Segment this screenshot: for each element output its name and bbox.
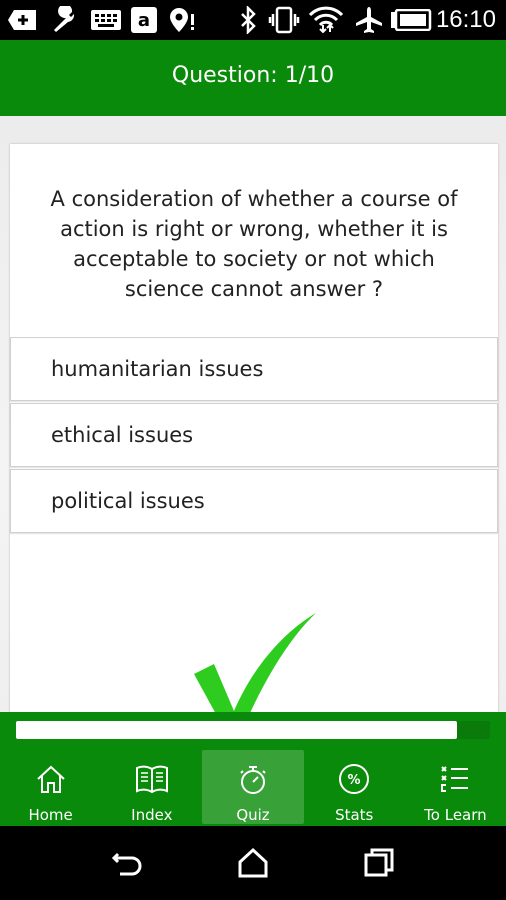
system-nav-bar xyxy=(0,826,506,900)
nav-to-learn[interactable]: To Learn xyxy=(405,748,506,826)
book-icon xyxy=(135,762,169,796)
nav-to-learn-label: To Learn xyxy=(424,806,487,824)
answer-label: humanitarian issues xyxy=(51,357,264,381)
question-text: A consideration of whether a course of a… xyxy=(50,187,458,301)
battery-icon xyxy=(390,6,432,34)
airplane-icon xyxy=(354,6,384,34)
add-icon xyxy=(8,6,38,34)
progress-track xyxy=(16,721,490,739)
percent-icon: % xyxy=(337,762,371,796)
nav-index[interactable]: Index xyxy=(101,748,202,826)
app-bar: Question: 1/10 xyxy=(0,40,506,116)
answer-option[interactable]: political issues xyxy=(10,469,498,533)
quiz-content: A consideration of whether a course of a… xyxy=(0,116,506,712)
answer-option[interactable]: ethical issues xyxy=(10,403,498,467)
keyboard-icon xyxy=(90,6,122,34)
answer-option[interactable]: humanitarian issues xyxy=(10,337,498,401)
status-bar: a 16:10 xyxy=(0,0,506,40)
svg-text:%: % xyxy=(348,773,361,788)
nav-stats-label: Stats xyxy=(335,806,374,824)
wifi-icon xyxy=(308,6,344,34)
home-button-icon[interactable] xyxy=(236,846,270,880)
amazon-icon: a xyxy=(130,6,158,34)
back-icon[interactable] xyxy=(110,846,144,880)
bottom-nav: Home Index Quiz % Stats To Learn xyxy=(0,748,506,826)
question-counter: Question: 1/10 xyxy=(171,62,335,88)
svg-text:a: a xyxy=(138,10,150,31)
location-alert-icon xyxy=(168,6,196,34)
stopwatch-icon xyxy=(236,764,270,796)
nav-stats[interactable]: % Stats xyxy=(304,748,405,826)
checklist-icon xyxy=(438,762,472,796)
bluetooth-icon xyxy=(238,6,258,34)
wrench-icon xyxy=(48,6,82,34)
recents-icon[interactable] xyxy=(362,846,396,880)
nav-home-label: Home xyxy=(28,806,73,824)
vibrate-icon xyxy=(268,6,300,34)
nav-quiz[interactable]: Quiz xyxy=(202,750,304,824)
nav-home[interactable]: Home xyxy=(0,748,101,826)
nav-index-label: Index xyxy=(131,806,173,824)
clock-time: 16:10 xyxy=(435,6,496,33)
home-icon xyxy=(34,762,68,796)
nav-quiz-label: Quiz xyxy=(236,806,270,824)
progress-bar xyxy=(0,712,506,748)
progress-fill xyxy=(16,721,457,739)
question-card: A consideration of whether a course of a… xyxy=(10,144,498,712)
checkmark-icon xyxy=(194,613,316,712)
answer-label: ethical issues xyxy=(51,423,194,447)
answer-label: political issues xyxy=(51,489,205,513)
